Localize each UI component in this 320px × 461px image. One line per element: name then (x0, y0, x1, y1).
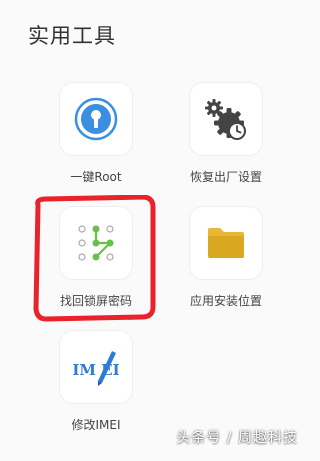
tool-app-install-location[interactable]: 应用安装位置 (166, 206, 286, 309)
folder-icon (208, 228, 244, 258)
section-title: 实用工具 (28, 24, 116, 48)
red-circle-annotation (33, 195, 156, 322)
tool-label: 应用安装位置 (189, 294, 262, 308)
tool-label: 恢复出厂设置 (189, 170, 262, 184)
imei-pen-icon: IM EI (72, 351, 120, 386)
tool-factory-reset[interactable]: 恢复出厂设置 (166, 82, 286, 185)
tool-icon-box (59, 82, 133, 156)
tools-page: 实用工具 一键Root 恢复出厂设置 找回锁屏密码 应用安装位置 IM EI 修… (0, 0, 312, 461)
gears-clock-icon (205, 99, 246, 140)
tool-icon-box (189, 206, 263, 280)
imei-icon-text: IM EI (72, 361, 119, 379)
tool-label: 一键Root (70, 170, 122, 184)
tool-label: 修改IMEI (71, 418, 121, 432)
tool-icon-box: IM EI (59, 330, 133, 404)
watermark: 头条号 / 周趣科技 (176, 430, 298, 446)
key-shield-icon (74, 97, 118, 141)
tool-icon-box (189, 82, 263, 156)
tool-modify-imei[interactable]: IM EI 修改IMEI (36, 330, 156, 433)
tool-one-click-root[interactable]: 一键Root (36, 82, 156, 185)
